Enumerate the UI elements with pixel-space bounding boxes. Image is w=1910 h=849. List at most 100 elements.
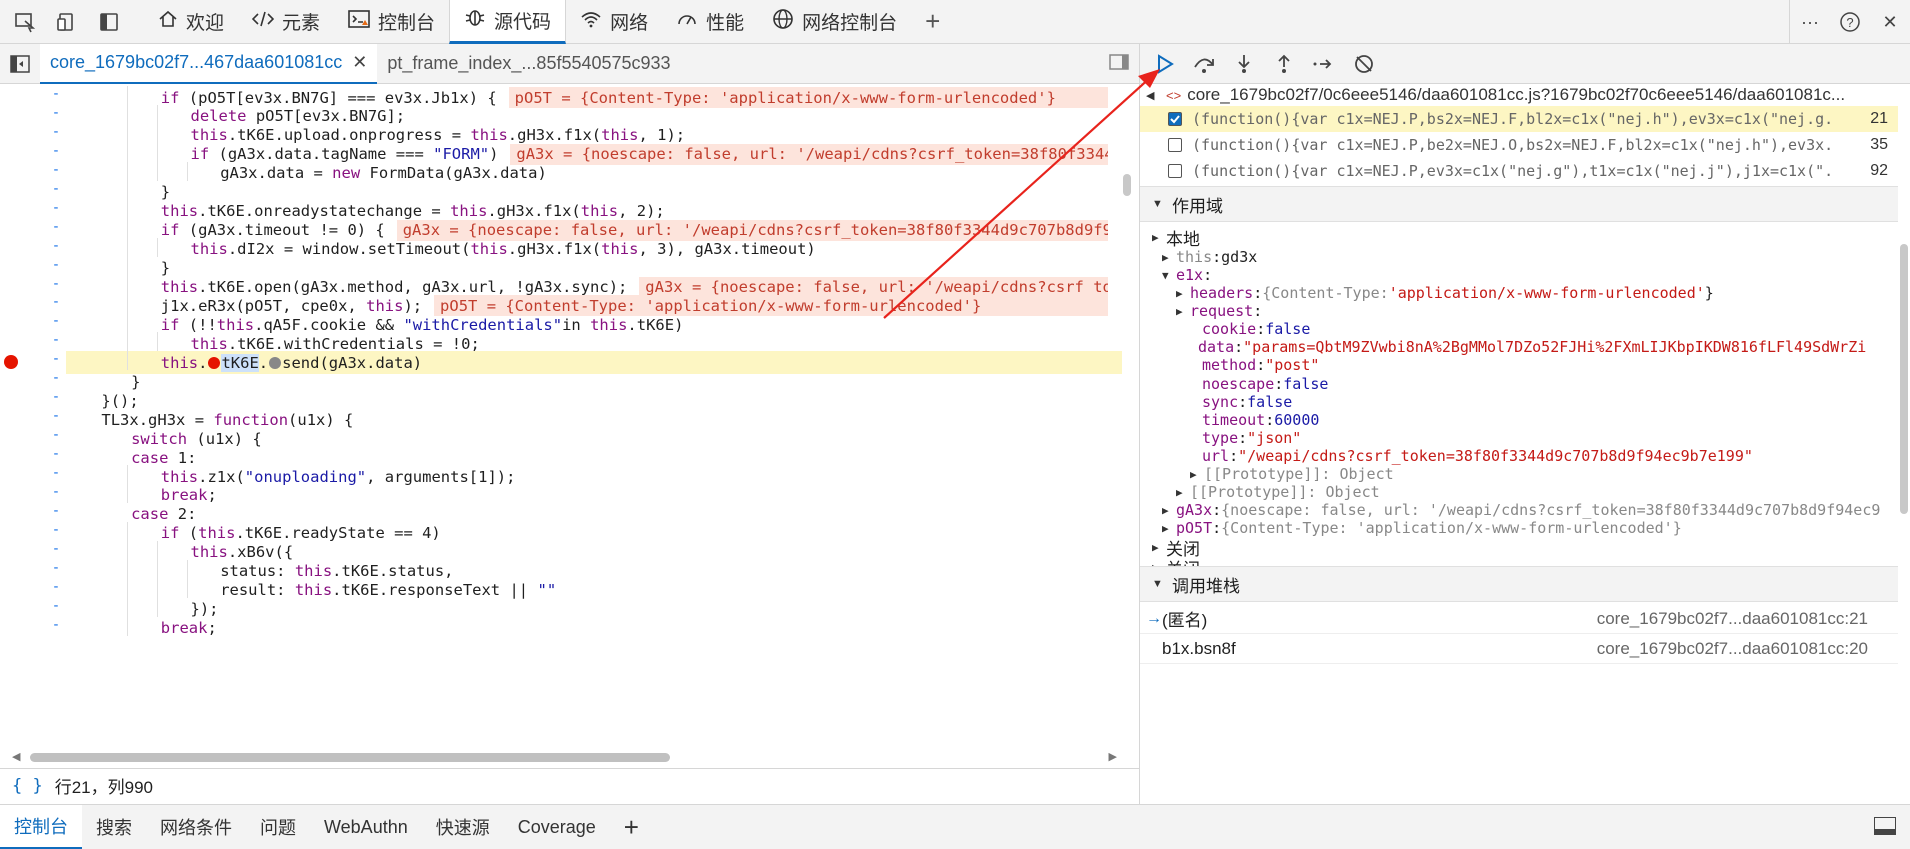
line-gutter[interactable]: -	[46, 560, 66, 576]
line-gutter[interactable]: -	[46, 484, 66, 500]
line-gutter[interactable]: -	[46, 276, 66, 292]
step-out-icon[interactable]	[1266, 46, 1302, 82]
frame-location[interactable]: core_1679bc02f7...daa601081cc:21	[1597, 609, 1868, 629]
line-gutter[interactable]: -	[46, 257, 66, 273]
expand-triangle-icon[interactable]: ▶	[1176, 486, 1190, 499]
step-icon[interactable]	[1306, 46, 1342, 82]
tab-globe[interactable]: 网络控制台	[758, 0, 911, 44]
drawer-tab[interactable]: 问题	[246, 805, 310, 849]
breakpoint-checkbox[interactable]	[1168, 138, 1182, 152]
drawer-tab[interactable]: 网络条件	[146, 805, 246, 849]
line-gutter[interactable]: -	[46, 219, 66, 235]
drawer-tab[interactable]: 控制台	[0, 804, 82, 849]
inspect-icon[interactable]	[8, 5, 42, 39]
drawer-tab[interactable]: 快速源	[422, 805, 504, 849]
code-text: case 1:	[131, 448, 197, 467]
step-into-icon[interactable]	[1226, 46, 1262, 82]
panel-tabs: 欢迎 元素 控制台 源代码 网络 性能 网络控制台 +	[144, 0, 954, 44]
drawer-tab[interactable]: WebAuthn	[310, 805, 422, 849]
breakpoint-checkbox[interactable]	[1168, 164, 1182, 178]
line-gutter[interactable]: -	[46, 370, 66, 386]
breakpoint-item[interactable]: (function(){var c1x=NEJ.P,bs2x=NEJ.F,bl2…	[1140, 106, 1898, 132]
breakpoint-checkbox[interactable]	[1168, 112, 1182, 126]
tab-code[interactable]: 元素	[238, 0, 334, 44]
breakpoint-item[interactable]: (function(){var c1x=NEJ.P,ev3x=c1x("nej.…	[1140, 158, 1898, 184]
callstack-section-header[interactable]: ▼ 调用堆栈	[1140, 566, 1898, 602]
code-line[interactable]: - break;	[0, 617, 1122, 640]
device-emulation-icon[interactable]	[50, 5, 84, 39]
drawer-add-icon[interactable]: +	[610, 805, 653, 849]
sidebar-scrollbar-thumb[interactable]	[1900, 244, 1908, 514]
code-view[interactable]: - if (pO5T[ev3x.BN7G] === ev3x.Jb1x) {pO5…	[0, 84, 1139, 796]
line-gutter[interactable]: -	[46, 503, 66, 519]
expand-triangle-icon[interactable]: ▶	[1176, 287, 1190, 300]
dock-sidebar-icon[interactable]	[92, 5, 126, 39]
po5t-value: {Content-Type: 'application/x-www-form-u…	[1221, 519, 1682, 537]
expand-triangle-icon[interactable]: ▶	[1176, 305, 1190, 318]
line-gutter[interactable]: -	[46, 181, 66, 197]
expand-triangle-icon[interactable]: ▼	[1162, 269, 1176, 282]
line-gutter[interactable]: -	[46, 598, 66, 614]
call-frame[interactable]: → (匿名) core_1679bc02f7...daa601081cc:21	[1140, 604, 1898, 634]
tab-wifi[interactable]: 网络	[566, 0, 662, 44]
main-toolbar: 欢迎 元素 控制台 源代码 网络 性能 网络控制台 + ··· ? ✕	[0, 0, 1910, 44]
line-gutter[interactable]: -	[46, 124, 66, 140]
line-gutter[interactable]: -	[46, 162, 66, 178]
scope-local[interactable]: ▶ 本地	[1140, 226, 1898, 249]
step-over-icon[interactable]	[1186, 46, 1222, 82]
expand-triangle-icon[interactable]: ▶	[1162, 504, 1176, 517]
expand-triangle-icon[interactable]: ▶	[1190, 468, 1204, 481]
deactivate-breakpoints-icon[interactable]	[1346, 46, 1382, 82]
line-gutter[interactable]: -	[46, 332, 66, 348]
close-tab-icon[interactable]: ✕	[352, 52, 367, 73]
more-tools-icon[interactable]: ···	[1790, 2, 1830, 42]
tab-gauge[interactable]: 性能	[662, 0, 758, 44]
close-devtools-icon[interactable]: ✕	[1870, 2, 1910, 42]
editor-tab-pt-frame[interactable]: pt_frame_index_...85f5540575c933	[377, 44, 680, 84]
vertical-scrollbar[interactable]: ▼	[1122, 104, 1133, 790]
horizontal-scrollbar[interactable]: ◀ ▶	[12, 750, 1117, 764]
scope-section-header[interactable]: ▼ 作用域	[1140, 186, 1898, 222]
line-gutter[interactable]: -	[46, 579, 66, 595]
toggle-navigator-icon[interactable]	[0, 44, 40, 84]
line-gutter[interactable]: -	[46, 238, 66, 254]
line-gutter[interactable]: -	[46, 427, 66, 443]
expand-triangle-icon[interactable]: ▶	[1162, 251, 1176, 264]
toggle-debugger-icon[interactable]	[1109, 54, 1129, 77]
line-gutter[interactable]: -	[46, 313, 66, 329]
breakpoint-item[interactable]: (function(){var c1x=NEJ.P,be2x=NEJ.O,bs2…	[1140, 132, 1898, 158]
pretty-print-icon[interactable]: { }	[12, 776, 43, 796]
line-gutter[interactable]: -	[46, 200, 66, 216]
line-gutter[interactable]: -	[46, 541, 66, 557]
add-tab-icon[interactable]: +	[911, 0, 954, 44]
expand-triangle-icon[interactable]: ▶	[1162, 522, 1176, 535]
line-gutter[interactable]: -	[46, 522, 66, 538]
line-gutter[interactable]: -	[46, 465, 66, 481]
breakpoint-file-header[interactable]: ◀ <> core_1679bc02f7/0c6eee5146/daa60108…	[1140, 84, 1898, 106]
breakpoint-marker[interactable]	[4, 355, 18, 370]
scope-closure[interactable]: ▶关闭	[1140, 536, 1898, 559]
line-gutter[interactable]: -	[46, 143, 66, 159]
dock-drawer-icon[interactable]	[1874, 817, 1896, 835]
resume-icon[interactable]	[1146, 46, 1182, 82]
tab-bug[interactable]: 源代码	[449, 0, 567, 44]
line-gutter[interactable]: -	[46, 446, 66, 462]
call-frame[interactable]: b1x.bsn8f core_1679bc02f7...daa601081cc:2…	[1140, 634, 1898, 664]
line-gutter[interactable]: -	[46, 105, 66, 121]
tab-console[interactable]: 控制台	[334, 0, 449, 44]
line-gutter[interactable]: -	[46, 86, 66, 102]
line-gutter[interactable]: -	[46, 617, 66, 633]
help-icon[interactable]: ?	[1830, 2, 1870, 42]
drawer-tab[interactable]: Coverage	[504, 805, 610, 849]
editor-tab-core[interactable]: core_1679bc02f7...467daa601081cc ✕	[40, 43, 378, 84]
breakpoint-code: (function(){var c1x=NEJ.P,bs2x=NEJ.F,bl2…	[1192, 110, 1832, 128]
line-gutter[interactable]: -	[46, 294, 66, 310]
line-gutter[interactable]: -	[46, 408, 66, 424]
line-gutter[interactable]: -	[46, 389, 66, 405]
expand-triangle-icon[interactable]: ▶	[1152, 541, 1166, 554]
frame-location[interactable]: core_1679bc02f7...daa601081cc:20	[1597, 639, 1868, 659]
expand-triangle-icon[interactable]: ▶	[1152, 231, 1166, 244]
line-gutter[interactable]: -	[46, 351, 66, 367]
tab-home[interactable]: 欢迎	[144, 0, 238, 44]
drawer-tab[interactable]: 搜索	[82, 805, 146, 849]
